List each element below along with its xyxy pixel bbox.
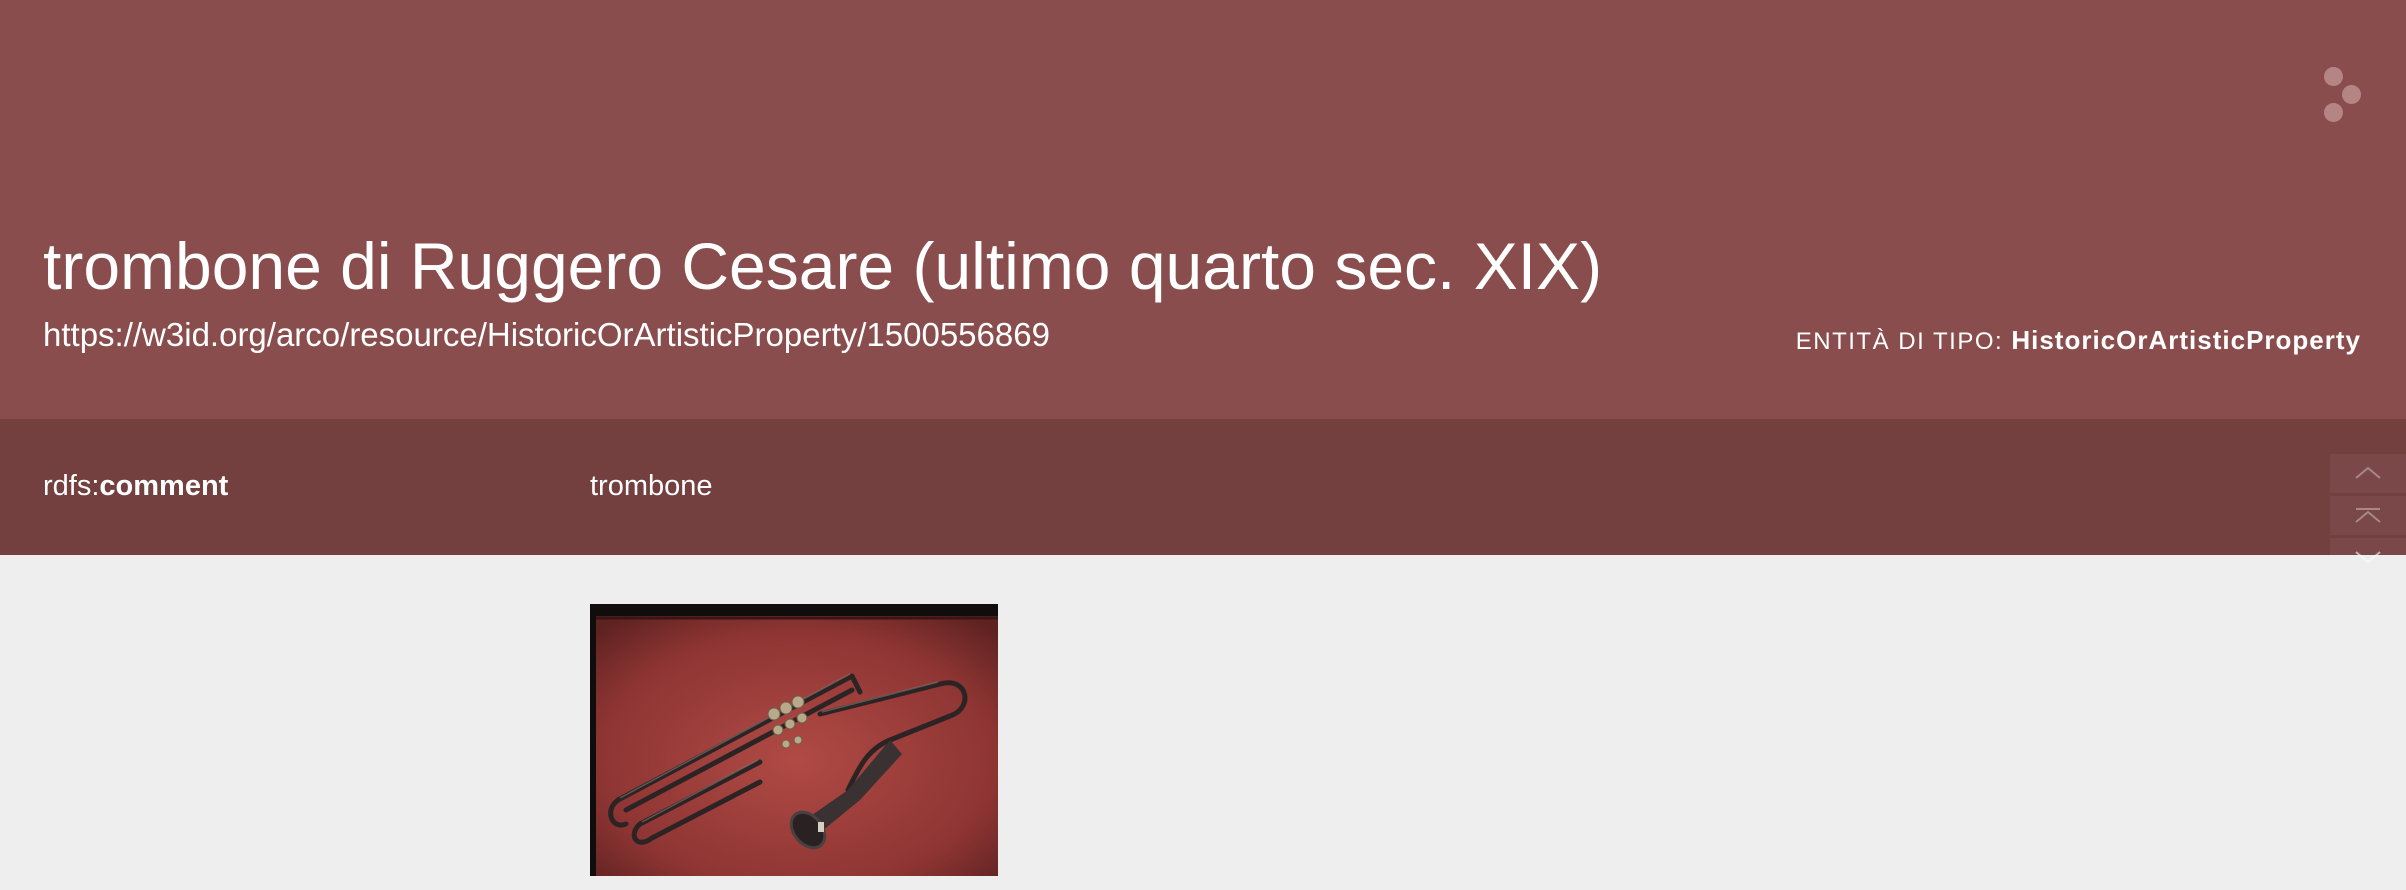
entity-type-label: ENTITÀ DI TIPO: HistoricOrArtisticProper… bbox=[1796, 320, 2361, 362]
scroll-to-top-button[interactable] bbox=[2330, 496, 2406, 535]
scroll-controls bbox=[2330, 454, 2406, 578]
entity-type-link[interactable]: HistoricOrArtisticProperty bbox=[2011, 325, 2361, 355]
page-title: trombone di Ruggero Cesare (ultimo quart… bbox=[43, 229, 1603, 303]
chevron-up-icon bbox=[2355, 466, 2381, 479]
three-dots-logo-icon[interactable] bbox=[2318, 64, 2364, 124]
chevron-down-icon bbox=[2355, 551, 2381, 564]
scroll-to-top-icon bbox=[2355, 508, 2381, 523]
trombone-image bbox=[590, 604, 998, 876]
property-name-link[interactable]: comment bbox=[99, 470, 228, 502]
scroll-up-button[interactable] bbox=[2330, 454, 2406, 493]
resource-uri-link[interactable]: https://w3id.org/arco/resource/HistoricO… bbox=[43, 313, 1050, 357]
page-header: trombone di Ruggero Cesare (ultimo quart… bbox=[0, 0, 2406, 419]
property-row-comment: rdfs:comment trombone bbox=[0, 419, 2406, 555]
entity-type-prefix: ENTITÀ DI TIPO: bbox=[1795, 328, 2004, 355]
trombone-photo[interactable] bbox=[590, 604, 998, 876]
property-prefix: rdfs: bbox=[43, 470, 100, 502]
property-name: rdfs:comment bbox=[43, 465, 228, 507]
property-value: trombone bbox=[590, 470, 713, 502]
scroll-down-button[interactable] bbox=[2330, 538, 2406, 577]
